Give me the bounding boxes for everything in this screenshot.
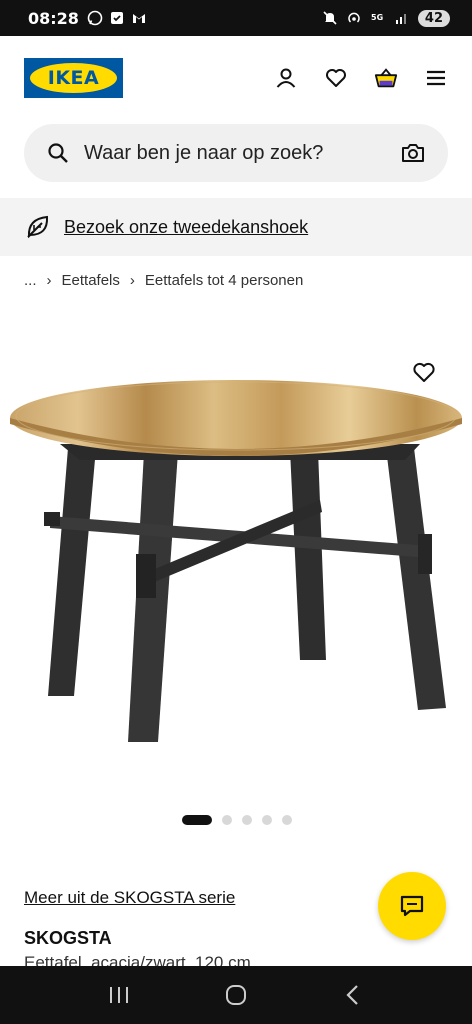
carousel-dot[interactable] [222, 815, 232, 825]
heart-icon [413, 362, 435, 382]
hotspot-icon [348, 12, 360, 23]
search-bar[interactable]: Waar ben je naar op zoek? [24, 124, 448, 182]
recent-apps-icon [109, 987, 128, 1003]
chevron-right-icon: › [46, 272, 52, 289]
carousel-dot[interactable] [282, 815, 292, 825]
carousel-dot-active[interactable] [182, 815, 212, 825]
check-icon [110, 12, 123, 24]
camera-icon[interactable] [400, 141, 426, 165]
back-icon [346, 985, 359, 1005]
carousel-dot[interactable] [262, 815, 272, 825]
5g-icon: 5G [371, 13, 383, 22]
carousel-dot[interactable] [242, 815, 252, 825]
series-link[interactable]: Meer uit de SKOGSTA serie [24, 888, 235, 908]
ikea-logo[interactable]: IKEA [24, 58, 123, 98]
breadcrumb-item[interactable]: Eettafels [62, 272, 120, 289]
logo-text: IKEA [47, 67, 100, 89]
status-right: 5G 42 [322, 9, 450, 27]
home-button[interactable] [222, 981, 250, 1009]
breadcrumb-item[interactable]: Eettafels tot 4 personen [145, 272, 303, 289]
home-icon [225, 985, 246, 1005]
mute-icon [323, 11, 337, 25]
site-header: IKEA [0, 36, 472, 120]
leaf-icon [27, 215, 49, 239]
heart-icon[interactable] [324, 66, 348, 90]
menu-icon[interactable] [424, 66, 448, 90]
favorite-button[interactable] [404, 356, 444, 388]
user-icon[interactable] [274, 66, 298, 90]
second-chance-banner[interactable]: Bezoek onze tweedekanshoek [0, 198, 472, 256]
product-name: SKOGSTA [24, 928, 112, 948]
breadcrumb-item[interactable]: ... [24, 272, 37, 289]
whatsapp-icon [87, 10, 103, 26]
second-chance-link[interactable]: Bezoek onze tweedekanshoek [64, 217, 308, 238]
product-image[interactable] [0, 340, 472, 760]
search-icon [48, 143, 68, 163]
breadcrumb: ... › Eettafels › Eettafels tot 4 person… [24, 272, 303, 289]
product-description: Eettafel, acacia/zwart, 120 cm [24, 953, 251, 966]
gmail-icon [132, 14, 145, 23]
system-nav-bar [0, 966, 472, 1024]
recent-apps-button[interactable] [105, 981, 133, 1009]
signal-icon [395, 14, 406, 24]
search-input[interactable]: Waar ben je naar op zoek? [84, 142, 400, 165]
back-button[interactable] [339, 981, 367, 1009]
status-notification-icons [87, 10, 147, 26]
header-actions [274, 66, 448, 90]
status-time: 08:28 [28, 8, 79, 28]
basket-icon[interactable] [374, 66, 398, 90]
svg-text:5G: 5G [371, 13, 383, 22]
chat-icon [400, 895, 424, 917]
chat-button[interactable] [378, 872, 446, 940]
chevron-right-icon: › [129, 272, 135, 289]
status-bar: 08:28 5G 42 [0, 0, 472, 36]
battery-indicator: 42 [417, 9, 450, 27]
image-carousel-dots [182, 815, 292, 825]
